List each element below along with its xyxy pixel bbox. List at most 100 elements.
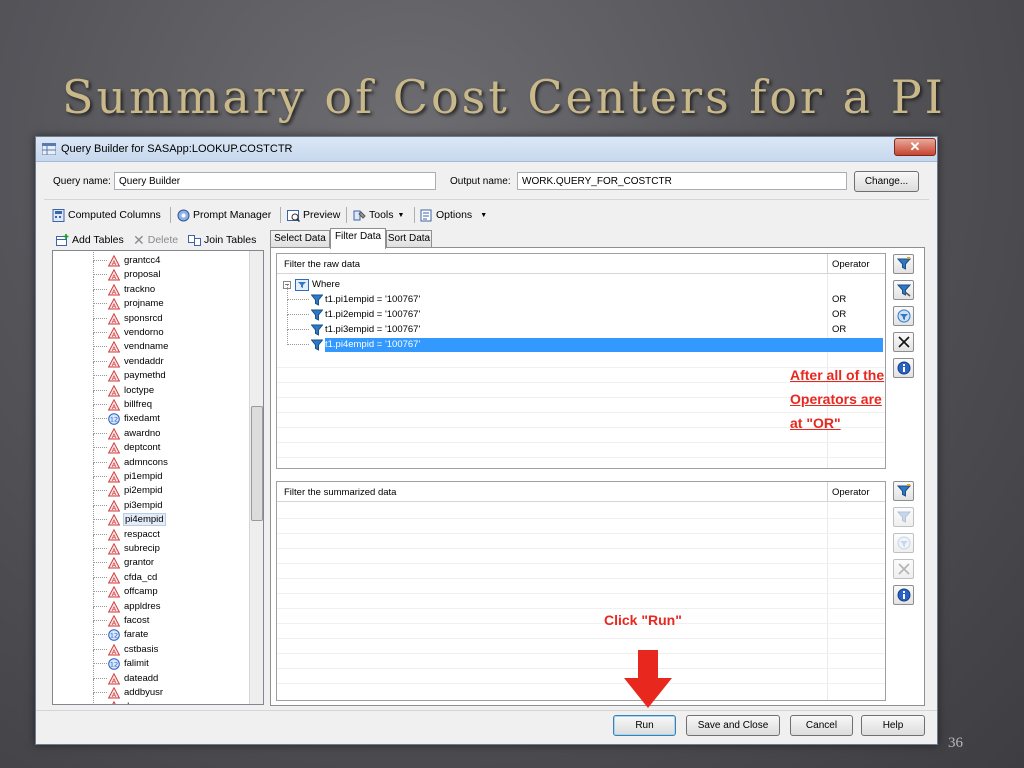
svg-text:A: A: [112, 317, 117, 325]
title-bar[interactable]: Query Builder for SASApp:LOOKUP.COSTCTR …: [36, 137, 937, 162]
column-item[interactable]: Abillfreq: [53, 391, 249, 412]
column-item[interactable]: Agrantor: [53, 549, 249, 570]
delete-summary-filter-button[interactable]: [893, 559, 914, 579]
filter-condition-row[interactable]: t1.pi3empid = '100767' OR: [277, 315, 885, 337]
tree-scrollbar-thumb[interactable]: [251, 406, 263, 521]
column-item[interactable]: Atrackno: [53, 275, 249, 297]
column-item[interactable]: Aawardno: [53, 419, 249, 441]
character-column-icon: A: [108, 499, 120, 512]
svg-text:A: A: [112, 504, 117, 512]
summarized-data-filter-grid[interactable]: Filter the summarized data Operator: [276, 481, 886, 701]
column-item[interactable]: Avendaddr: [53, 347, 249, 369]
summary-filter-info-button[interactable]: [893, 585, 914, 605]
join-tables-button[interactable]: Join Tables: [188, 232, 256, 248]
column-item[interactable]: 12 falimit: [53, 650, 249, 671]
column-name: proposal: [124, 269, 161, 281]
filter-edit-icon: [897, 511, 911, 523]
output-name-input[interactable]: WORK.QUERY_FOR_COSTCTR: [517, 172, 847, 190]
column-item[interactable]: Adeptcont: [53, 434, 249, 455]
column-item[interactable]: Avendorno: [53, 319, 249, 340]
tree-scrollbar[interactable]: [249, 251, 263, 704]
change-button[interactable]: Change...: [854, 171, 919, 192]
combine-raw-filter-button[interactable]: [893, 306, 914, 326]
column-item[interactable]: Acfda_cd: [53, 563, 249, 585]
column-item[interactable]: Aloctype: [53, 376, 249, 398]
column-item[interactable]: Aappldres: [53, 592, 249, 614]
column-name: loctype: [124, 384, 155, 396]
edit-summary-filter-button[interactable]: [893, 507, 914, 527]
info-icon: [897, 588, 911, 602]
svg-text:A: A: [112, 677, 117, 685]
tab-sort-data[interactable]: Sort Data: [386, 230, 432, 248]
combine-summary-filter-button[interactable]: [893, 533, 914, 553]
column-tree[interactable]: Agrantcc4 Aproposal Atrackno Aprojname Aspon…: [52, 250, 264, 705]
column-item[interactable]: Acstbasis: [53, 635, 249, 657]
tools-menu[interactable]: Tools ▼: [353, 207, 404, 223]
column-item[interactable]: Aaddbyusr: [53, 679, 249, 700]
character-column-icon: A: [108, 269, 120, 281]
slide-title: Summary of Cost Centers for a PI: [62, 70, 946, 124]
character-column-icon: A: [108, 384, 120, 397]
column-item[interactable]: Api4empid: [53, 506, 249, 527]
column-item[interactable]: Adateadd: [53, 664, 249, 686]
svg-text:A: A: [112, 475, 117, 483]
tab-filter-data[interactable]: Filter Data: [330, 228, 386, 249]
where-root-row[interactable]: − Where: [277, 278, 885, 292]
help-button[interactable]: Help: [861, 715, 925, 736]
filter-condition-row[interactable]: t1.pi4empid = '100767': [277, 330, 885, 352]
run-button[interactable]: Run: [613, 715, 676, 736]
column-item[interactable]: Asponsrcd: [53, 304, 249, 326]
numeric-column-icon: 12: [108, 658, 120, 670]
filter-condition-row[interactable]: t1.pi2empid = '100767' OR: [277, 300, 885, 322]
column-item[interactable]: Avendname: [53, 333, 249, 354]
save-and-close-button[interactable]: Save and Close: [686, 715, 780, 736]
add-summary-filter-button[interactable]: [893, 481, 914, 501]
close-button[interactable]: ✕: [894, 138, 936, 156]
column-item[interactable]: Aadmncons: [53, 448, 249, 470]
character-column-icon: A: [108, 471, 120, 483]
delete-button[interactable]: ✕ Delete: [133, 232, 178, 248]
add-raw-filter-button[interactable]: [893, 254, 914, 274]
column-item[interactable]: Api2empid: [53, 477, 249, 498]
column-item[interactable]: Aprojname: [53, 290, 249, 311]
column-item[interactable]: 12 farate: [53, 621, 249, 642]
column-item[interactable]: Afacost: [53, 607, 249, 628]
raw-data-filter-grid[interactable]: Filter the raw data Operator − Where t1.pi…: [276, 253, 886, 469]
preview-button[interactable]: Preview: [287, 207, 340, 223]
edit-raw-filter-button[interactable]: [893, 280, 914, 300]
column-item[interactable]: Arespacct: [53, 520, 249, 542]
svg-text:A: A: [112, 345, 117, 353]
cancel-button[interactable]: Cancel: [790, 715, 853, 736]
where-clause-icon: [295, 279, 309, 291]
query-name-input[interactable]: Query Builder: [114, 172, 436, 190]
options-menu[interactable]: Options ▼: [420, 207, 487, 223]
filter-operator[interactable]: OR: [832, 309, 846, 320]
svg-text:A: A: [112, 489, 117, 497]
column-item[interactable]: Agrantcc4: [53, 251, 249, 268]
column-item[interactable]: Aoffcamp: [53, 578, 249, 599]
column-item[interactable]: Api1empid: [53, 463, 249, 484]
svg-text:A: A: [112, 619, 117, 627]
column-item[interactable]: Api3empid: [53, 491, 249, 513]
toolbar-separator: [414, 207, 415, 223]
column-item[interactable]: 12 fixedamt: [53, 405, 249, 426]
filter-operator[interactable]: OR: [832, 324, 846, 335]
column-item[interactable]: Asubrecip: [53, 535, 249, 556]
column-item[interactable]: Aproposal: [53, 261, 249, 282]
add-tables-button[interactable]: Add Tables: [56, 232, 124, 248]
query-builder-icon: [42, 143, 56, 155]
raw-filter-title: Filter the raw data: [284, 259, 361, 270]
column-item[interactable]: Adcv: [53, 693, 249, 704]
tab-select-data[interactable]: Select Data: [270, 230, 330, 248]
filter-operator[interactable]: OR: [832, 294, 846, 305]
calculator-icon: [52, 208, 65, 222]
computed-columns-button[interactable]: Computed Columns: [52, 207, 161, 223]
column-item[interactable]: Apaymethd: [53, 362, 249, 383]
character-column-icon: A: [108, 687, 120, 699]
character-column-icon: A: [108, 643, 120, 656]
svg-text:A: A: [112, 518, 117, 526]
prompt-manager-button[interactable]: Prompt Manager: [177, 207, 271, 223]
filter-condition-row[interactable]: t1.pi1empid = '100767' OR: [277, 285, 885, 307]
delete-raw-filter-button[interactable]: [893, 332, 914, 352]
svg-text:A: A: [112, 374, 117, 382]
